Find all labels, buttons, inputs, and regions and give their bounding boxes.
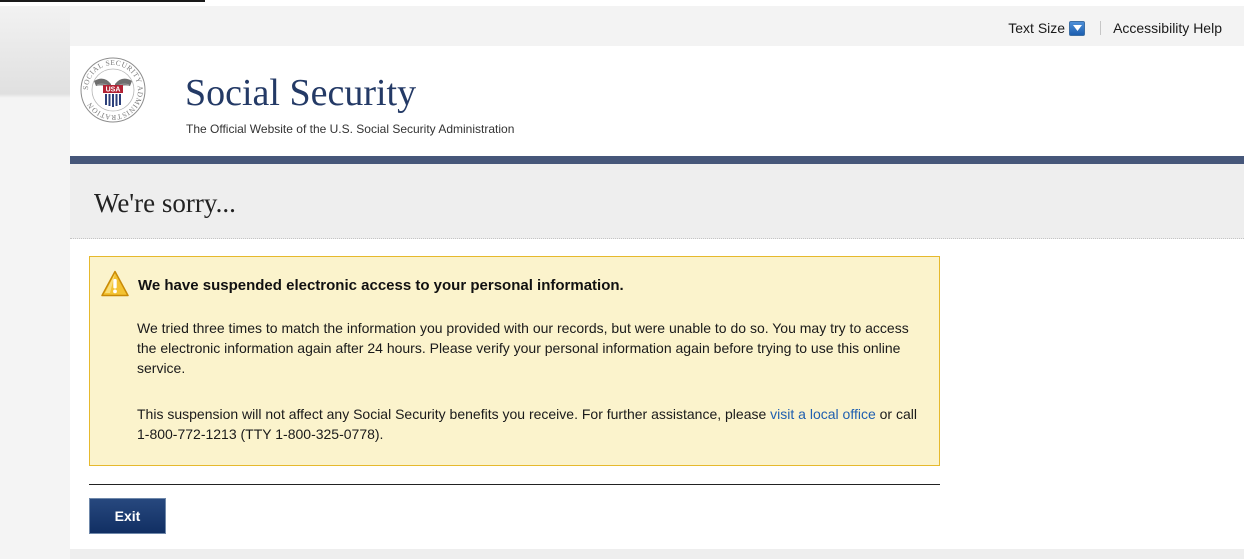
exit-button[interactable]: Exit bbox=[89, 498, 166, 534]
page-title-band: We're sorry... bbox=[70, 164, 1244, 239]
footer-band bbox=[70, 549, 1244, 559]
left-gradient-band bbox=[0, 6, 70, 559]
text-size-control[interactable]: Text Size bbox=[1008, 20, 1086, 36]
assistance-text: This suspension will not affect any Soci… bbox=[137, 406, 771, 422]
ssa-seal-logo[interactable]: SOCIAL SECURITY ADMINISTRATION USA bbox=[80, 57, 146, 123]
header-divider bbox=[70, 156, 1244, 164]
alert-paragraph: We tried three times to match the inform… bbox=[137, 320, 909, 376]
site-tagline: The Official Website of the U.S. Social … bbox=[186, 122, 515, 136]
utility-divider bbox=[1100, 21, 1102, 35]
accessibility-help-link[interactable]: Accessibility Help bbox=[1113, 20, 1222, 36]
svg-text:USA: USA bbox=[106, 87, 121, 94]
page-title: We're sorry... bbox=[94, 188, 236, 218]
ssa-seal-icon: SOCIAL SECURITY ADMINISTRATION USA bbox=[80, 57, 146, 123]
visit-local-office-link[interactable]: visit a local office bbox=[770, 406, 876, 422]
alert-paragraph-assistance: This suspension will not affect any Soci… bbox=[137, 404, 927, 444]
text-size-label: Text Size bbox=[1008, 20, 1066, 36]
alert-heading: We have suspended electronic access to y… bbox=[138, 277, 624, 294]
top-rule bbox=[0, 0, 205, 2]
suspension-alert: We have suspended electronic access to y… bbox=[89, 256, 940, 466]
utility-bar: Text Size Accessibility Help bbox=[1008, 20, 1222, 36]
dropdown-arrow-icon[interactable] bbox=[1069, 20, 1086, 36]
chevron-down-icon bbox=[1072, 25, 1082, 31]
site-title[interactable]: Social Security bbox=[185, 74, 416, 112]
warning-icon bbox=[101, 270, 129, 297]
actions-divider bbox=[89, 484, 940, 485]
